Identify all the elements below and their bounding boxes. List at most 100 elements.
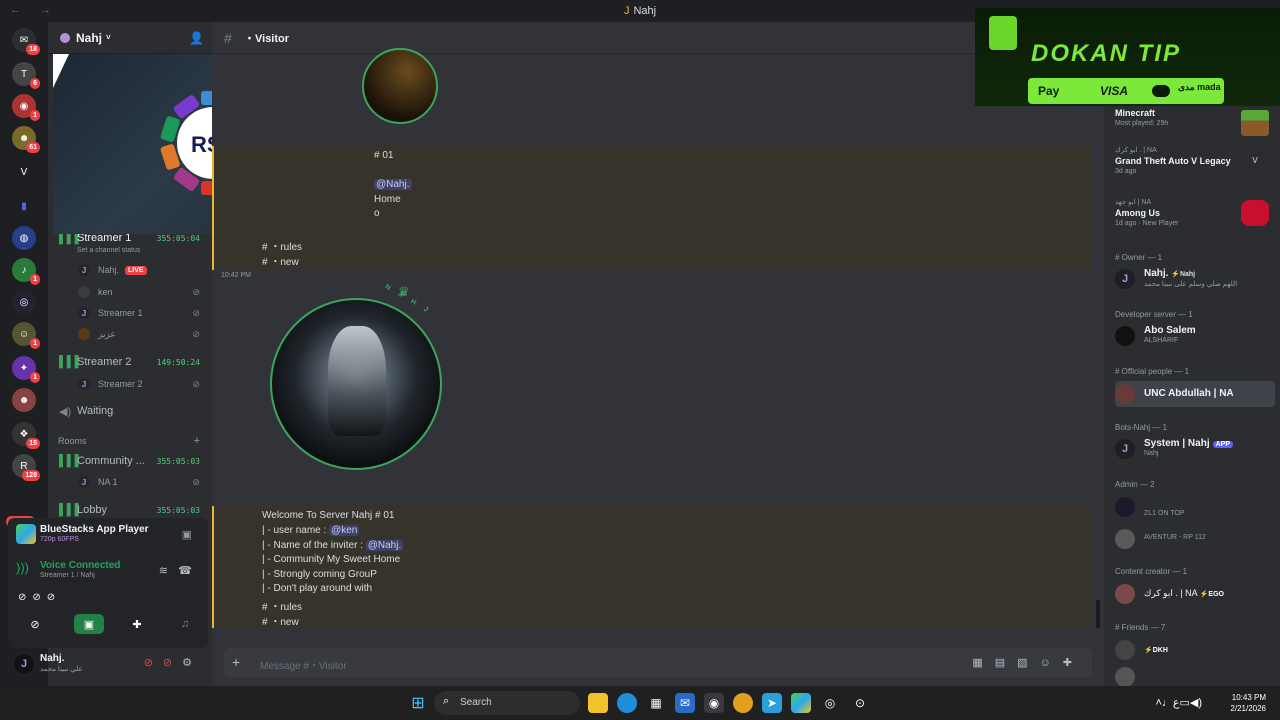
outlook-icon[interactable]: ✉ — [675, 693, 695, 713]
steam-icon[interactable]: ◎ — [820, 693, 840, 713]
channel-link-rules[interactable]: # ・rules — [262, 238, 302, 253]
stop-stream-icon[interactable]: ▣ — [182, 528, 192, 541]
screen-share-icon[interactable]: ▣ — [74, 614, 104, 634]
activity-card[interactable]: ابو جهد | NA Among Us 1d ago · New Playe… — [1115, 198, 1275, 227]
file-explorer-icon[interactable] — [588, 693, 608, 713]
add-user-icon[interactable]: 👤 — [189, 31, 204, 45]
noise-suppression-icon[interactable]: ≋ — [159, 564, 168, 577]
obs-icon[interactable]: ⊙ — [850, 693, 870, 713]
avatar — [1115, 497, 1135, 517]
gift-icon[interactable]: ▦ — [972, 657, 994, 669]
system-tray: ˄♩ع▭◀) — [1155, 696, 1202, 709]
scrollbar[interactable] — [1096, 600, 1100, 628]
add-channel-icon[interactable]: + — [194, 435, 200, 447]
member-admin[interactable]: AVENTUR - RP 112 — [1115, 526, 1275, 552]
mention[interactable]: @Nahj. — [365, 540, 404, 551]
message-input[interactable]: Message #・Visitor — [260, 657, 347, 672]
telegram-icon[interactable]: ➤ — [762, 693, 782, 713]
voice-member[interactable]: J NA 1 ⊘ — [78, 473, 212, 491]
chevron-down-icon: ˅ — [106, 33, 111, 42]
server-icon[interactable]: ♪ 1 — [12, 258, 40, 285]
member-owner[interactable]: J Nahj. ⚡Nahj اللهم صلي وسلم على نبينا م… — [1115, 266, 1275, 292]
voice-channel-lobby[interactable]: ▌▌▌ Lobby 355:05:03 — [48, 500, 212, 520]
deafen-icon: ⊘ — [192, 307, 200, 318]
server-header[interactable]: Nahj ˅ 👤 — [48, 22, 212, 54]
windows-taskbar: ⊞ ⌕ Search ▦ ✉ ◉ ➤ ◎ ⊙ ˄♩ع▭◀) 10:43 PM 2… — [0, 686, 1280, 720]
member-admin[interactable]: ZL1 ON TOP — [1115, 494, 1275, 520]
disconnect-icon[interactable]: ☎ — [178, 564, 192, 577]
server-icon[interactable]: T6 — [12, 62, 40, 89]
gear-icon[interactable]: ⚙ — [182, 657, 202, 669]
mic-icon[interactable]: ♩ — [1162, 697, 1173, 709]
mic-muted-icon[interactable]: ⊘ — [144, 657, 163, 669]
server-icon[interactable]: ☺ 1 — [12, 322, 40, 349]
folder-icon[interactable]: ▮ — [12, 194, 36, 218]
start-icon[interactable]: ⊞ — [408, 693, 428, 713]
member-friend[interactable] — [1115, 664, 1275, 686]
channel-link-rules[interactable]: # ・rules — [262, 598, 302, 613]
window-title: J Nahj — [623, 5, 657, 17]
welcome-message[interactable]: Welcome To Server Nahj # 01 | - user nam… — [212, 506, 1092, 628]
voice-channel-community[interactable]: ▌▌▌ Community ... 355:05:03 — [48, 451, 212, 471]
member-bot[interactable]: J System | Nahj APP Nahj — [1115, 436, 1275, 462]
edge-icon[interactable] — [617, 693, 637, 713]
clock[interactable]: 10:43 PM 2/21/2026 — [1230, 692, 1266, 714]
activity-card[interactable]: ابو كرك . | NA Grand Theft Auto V Legacy… — [1115, 146, 1275, 175]
server-icon[interactable]: ◎ — [12, 290, 36, 314]
attach-plus-icon[interactable]: + — [232, 654, 240, 670]
network-icon[interactable]: ▭ — [1179, 697, 1189, 709]
camera-off-icon[interactable]: ⊘ — [20, 614, 50, 634]
activities-icon[interactable]: ✚ — [122, 614, 152, 634]
server-icon[interactable]: ❖ 15 — [12, 422, 40, 449]
store-icon[interactable]: ▦ — [646, 693, 666, 713]
voice-member[interactable]: عزيز ⊘ — [78, 325, 212, 343]
nav-arrows[interactable]: ← → — [10, 4, 59, 16]
server-icon[interactable]: R 128 — [12, 454, 40, 481]
channel-link-new[interactable]: # ・new — [262, 613, 299, 628]
bluestacks-icon[interactable] — [791, 693, 811, 713]
soundboard-icon[interactable]: ♫ — [170, 614, 200, 634]
category-rooms[interactable]: Rooms + — [48, 431, 212, 451]
taskbar-search[interactable]: ⌕ Search — [434, 691, 580, 715]
server-icon[interactable]: ◍ — [12, 226, 36, 250]
activity-card[interactable]: Minecraft Most played: 29h — [1115, 108, 1275, 136]
avatar — [1115, 529, 1135, 549]
emoji-icon[interactable]: ☺ — [1040, 657, 1063, 669]
voice-channel-waiting[interactable]: ◀) Waiting — [48, 401, 212, 421]
member-developer[interactable]: Abo Salem ALSHARIF — [1115, 323, 1275, 349]
stream-app[interactable]: BlueStacks App Player 720p 60FPS ▣ — [16, 524, 200, 548]
volume-icon[interactable]: ◀) — [1190, 697, 1202, 709]
member-creator[interactable]: ابو كرك . | NA ⚡EGO — [1115, 581, 1275, 607]
gif-icon[interactable]: ▤ — [995, 657, 1017, 669]
member-official[interactable]: UNC Abdullah | NA — [1115, 381, 1275, 407]
message-composer[interactable]: + Message #・Visitor ▦▤▧☺✚ — [224, 648, 1092, 678]
mention[interactable]: @ken — [329, 525, 360, 536]
sticker-icon[interactable]: ▧ — [1017, 657, 1039, 669]
activity-panel: BlueStacks App Player 720p 60FPS ▣ ))) V… — [8, 518, 208, 648]
apps-icon[interactable]: ✚ — [1063, 657, 1084, 669]
image-attachment[interactable] — [270, 298, 442, 470]
direct-messages-icon[interactable]: ✉ 18 — [12, 28, 40, 55]
voice-member[interactable]: J Streamer 1 ⊘ — [78, 304, 212, 322]
server-icon[interactable]: ☻ — [12, 388, 36, 412]
server-icon[interactable]: ◉ 1 — [12, 94, 40, 121]
server-icon[interactable]: ✦ 1 — [12, 356, 40, 383]
channel-header: # ・Visitor — [212, 22, 1104, 54]
channel-status[interactable]: Set a channel status — [77, 247, 140, 254]
chrome-icon[interactable] — [733, 693, 753, 713]
member-friend[interactable]: ⚡DKH — [1115, 637, 1275, 663]
server-icon[interactable]: V — [12, 160, 36, 184]
voice-channel-streamer-2[interactable]: ▌▌▌ Streamer 2 149:50:24 — [48, 352, 212, 372]
mention[interactable]: @Nahj. — [374, 179, 412, 190]
headphones-muted-icon[interactable]: ⊘ — [163, 657, 182, 669]
avatar[interactable]: J — [14, 654, 34, 674]
voice-member[interactable]: J Nahj. LIVE — [78, 261, 212, 279]
voice-member[interactable]: J Streamer 2 ⊘ — [78, 375, 212, 393]
voice-member[interactable]: ken ⊘ — [78, 283, 212, 301]
sponsor-banner: DOKAN TIP Pay VISA مدى mada — [975, 8, 1280, 106]
channel-link-new[interactable]: # ・new — [262, 253, 299, 268]
server-icon[interactable]: ☻ 61 — [12, 126, 40, 153]
live-badge: LIVE — [125, 265, 147, 275]
message-highlighted[interactable]: # 01 @Nahj. Home o # ・rules # ・new — [212, 146, 1092, 270]
discord-icon[interactable]: ◉ — [704, 693, 724, 713]
